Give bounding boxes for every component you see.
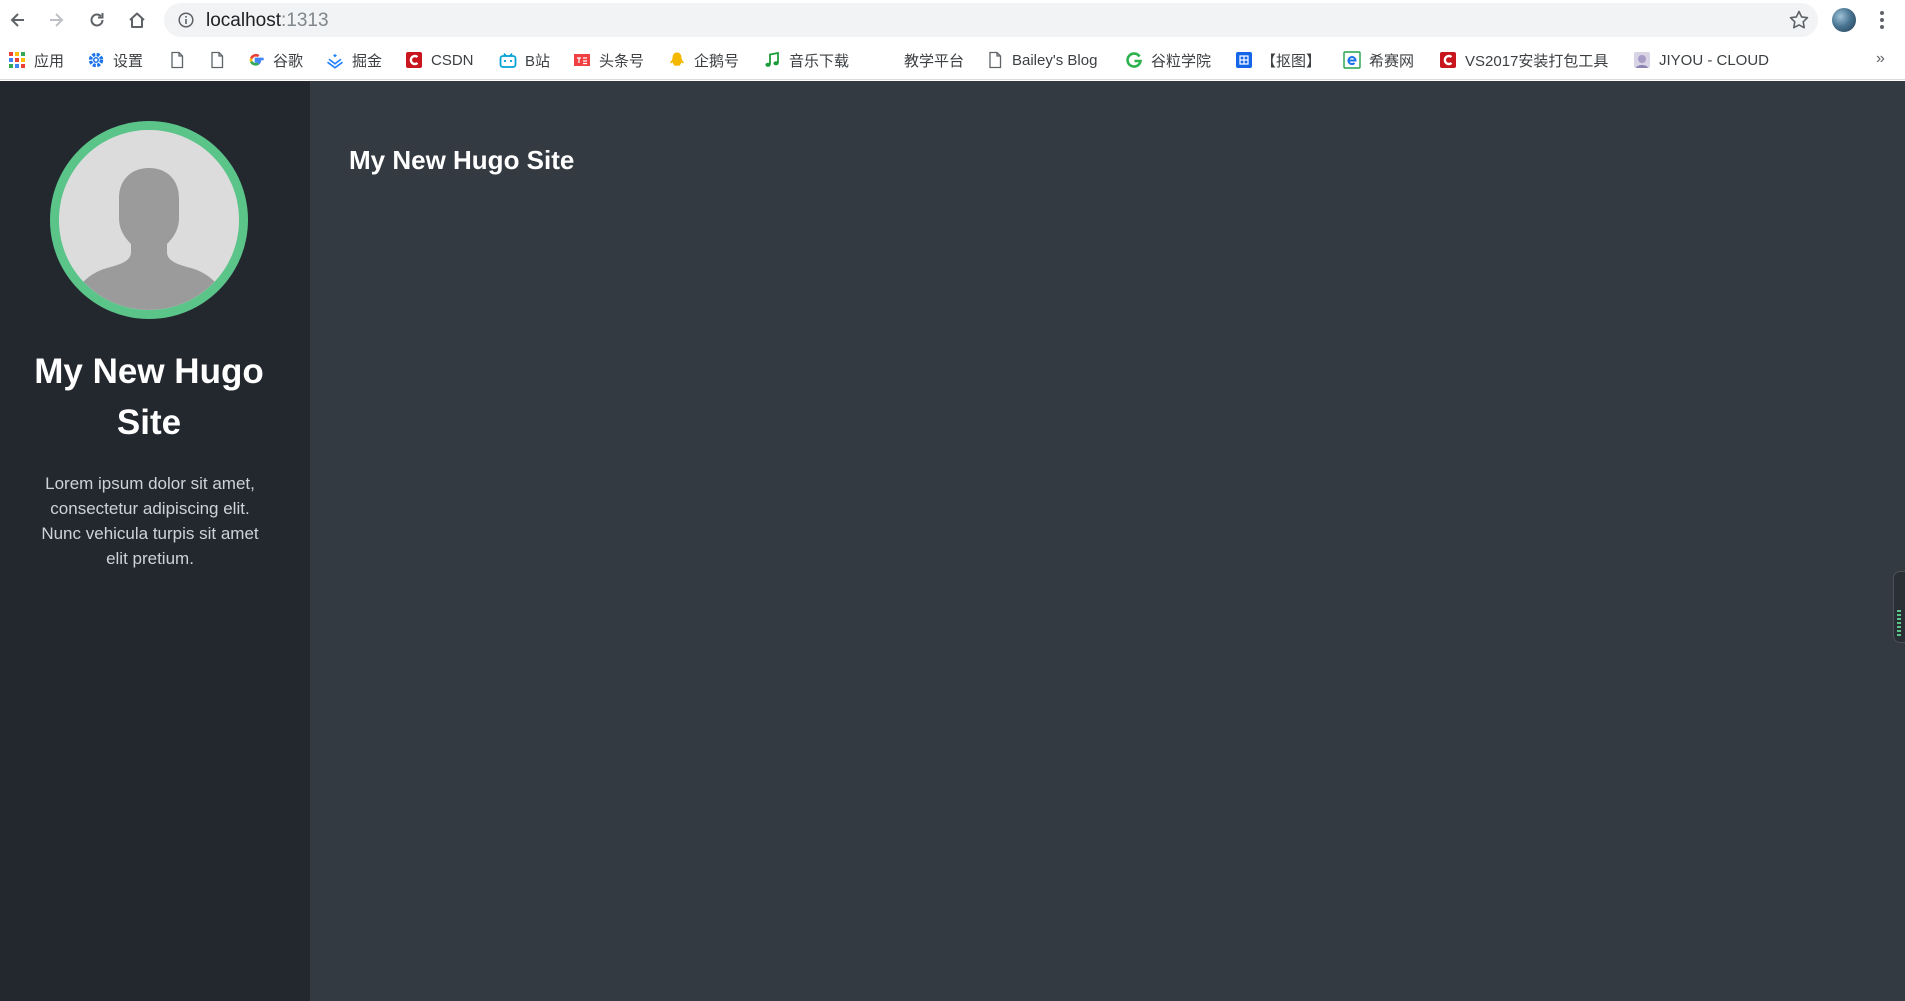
apps-grid-icon xyxy=(8,51,26,69)
bookmark-juejin[interactable]: 掘金 xyxy=(326,49,382,71)
bookmark-label: CSDN xyxy=(431,51,474,69)
bookmark-page-2[interactable] xyxy=(208,49,226,71)
sidebar: My New Hugo Site Lorem ipsum dolor sit a… xyxy=(0,81,310,1001)
bookmark-star-icon[interactable] xyxy=(1788,9,1810,31)
bookmark-settings[interactable]: 设置 xyxy=(87,49,143,71)
reload-icon xyxy=(90,13,104,27)
bookmark-xisai[interactable]: 希赛网 xyxy=(1343,49,1414,71)
bilibili-icon xyxy=(499,51,517,69)
reload-button[interactable] xyxy=(81,4,113,36)
home-icon xyxy=(129,12,145,28)
bookmark-label: 【抠图】 xyxy=(1261,52,1322,70)
address-bar[interactable]: localhost:1313 xyxy=(164,3,1818,37)
bookmark-label: VS2017安装打包工具 xyxy=(1465,52,1609,70)
bookmark-koutu[interactable]: 【抠图】 xyxy=(1235,49,1321,71)
home-button[interactable] xyxy=(121,4,153,36)
profile-avatar[interactable] xyxy=(1832,8,1856,32)
bookmark-label: 应用 xyxy=(34,52,65,70)
avatar-ring xyxy=(50,121,248,319)
browser-toolbar: localhost:1313 xyxy=(0,0,1905,40)
page-title: My New Hugo Site xyxy=(349,145,575,175)
bookmark-google[interactable]: 谷歌 xyxy=(247,49,303,71)
blank-favicon xyxy=(878,51,896,69)
sidebar-description: Lorem ipsum dolor sit amet, consectetur … xyxy=(41,474,259,568)
page-icon xyxy=(986,51,1004,69)
bookmark-page-1[interactable] xyxy=(168,49,186,71)
bookmarks-bar: 应用 设置 谷歌 掘金 CSDN B站 头条号 企鹅号 音乐下载 教学平台 Ba… xyxy=(0,40,1905,80)
bookmark-label: 教学平台 xyxy=(904,52,965,70)
ie-icon xyxy=(1343,51,1361,69)
bookmark-apps[interactable]: 应用 xyxy=(8,49,64,71)
forward-button[interactable] xyxy=(40,4,72,36)
bookmarks-overflow-button[interactable]: » xyxy=(1876,50,1885,68)
bookmark-teaching-platform[interactable]: 教学平台 xyxy=(878,49,964,71)
page-content: My New Hugo Site Lorem ipsum dolor sit a… xyxy=(0,81,1905,1001)
bookmark-vs2017[interactable]: VS2017安装打包工具 xyxy=(1439,49,1611,71)
bookmark-label: 掘金 xyxy=(352,52,383,70)
toutiao-icon xyxy=(573,51,591,69)
avatar xyxy=(59,130,239,310)
arrow-right-icon xyxy=(50,13,64,27)
bookmark-qq-penguin[interactable]: 企鹅号 xyxy=(668,49,739,71)
bookmark-label: 头条号 xyxy=(599,52,645,70)
side-panel-handle[interactable] xyxy=(1893,571,1905,643)
bookmark-bilibili[interactable]: B站 xyxy=(499,49,550,71)
google-icon xyxy=(247,51,265,69)
back-button[interactable] xyxy=(2,4,34,36)
music-note-icon xyxy=(763,51,781,69)
bookmark-jiyou-cloud[interactable]: JIYOU - CLOUD xyxy=(1633,49,1769,71)
csdn-icon xyxy=(1439,51,1457,69)
bookmark-label: 音乐下载 xyxy=(789,52,850,70)
bookmark-label: B站 xyxy=(525,52,551,70)
juejin-icon xyxy=(326,51,344,69)
sidebar-site-title: My New Hugo Site xyxy=(34,352,264,442)
bookmark-label: 谷粒学院 xyxy=(1151,52,1212,70)
bookmark-label: Bailey's Blog xyxy=(1012,51,1098,69)
person-silhouette-icon xyxy=(59,130,239,310)
url-text: localhost:1313 xyxy=(206,11,329,31)
bookmark-guli[interactable]: 谷粒学院 xyxy=(1125,49,1211,71)
page-icon xyxy=(168,51,186,69)
settings-gear-icon xyxy=(87,51,105,69)
bookmark-label: 希赛网 xyxy=(1369,52,1415,70)
handle-grip-icon xyxy=(1897,610,1901,636)
koutu-icon xyxy=(1235,51,1253,69)
page-icon xyxy=(208,51,226,69)
guli-icon xyxy=(1125,51,1143,69)
info-icon[interactable] xyxy=(178,12,194,28)
url-host: localhost xyxy=(206,10,281,31)
bookmark-label: 设置 xyxy=(113,52,144,70)
kebab-menu-icon[interactable] xyxy=(1876,8,1888,32)
bookmark-label: JIYOU - CLOUD xyxy=(1659,51,1770,69)
bookmark-toutiao[interactable]: 头条号 xyxy=(573,49,644,71)
csdn-icon xyxy=(405,51,423,69)
anime-avatar-icon xyxy=(1633,51,1651,69)
url-port: :1313 xyxy=(281,10,329,31)
bookmark-baileys-blog[interactable]: Bailey's Blog xyxy=(986,49,1097,71)
bookmark-csdn[interactable]: CSDN xyxy=(405,49,474,71)
bookmark-label: 谷歌 xyxy=(273,52,304,70)
bookmark-label: 企鹅号 xyxy=(694,52,740,70)
arrow-left-icon xyxy=(10,13,24,27)
qq-penguin-icon xyxy=(668,51,686,69)
bookmark-music-download[interactable]: 音乐下载 xyxy=(763,49,849,71)
